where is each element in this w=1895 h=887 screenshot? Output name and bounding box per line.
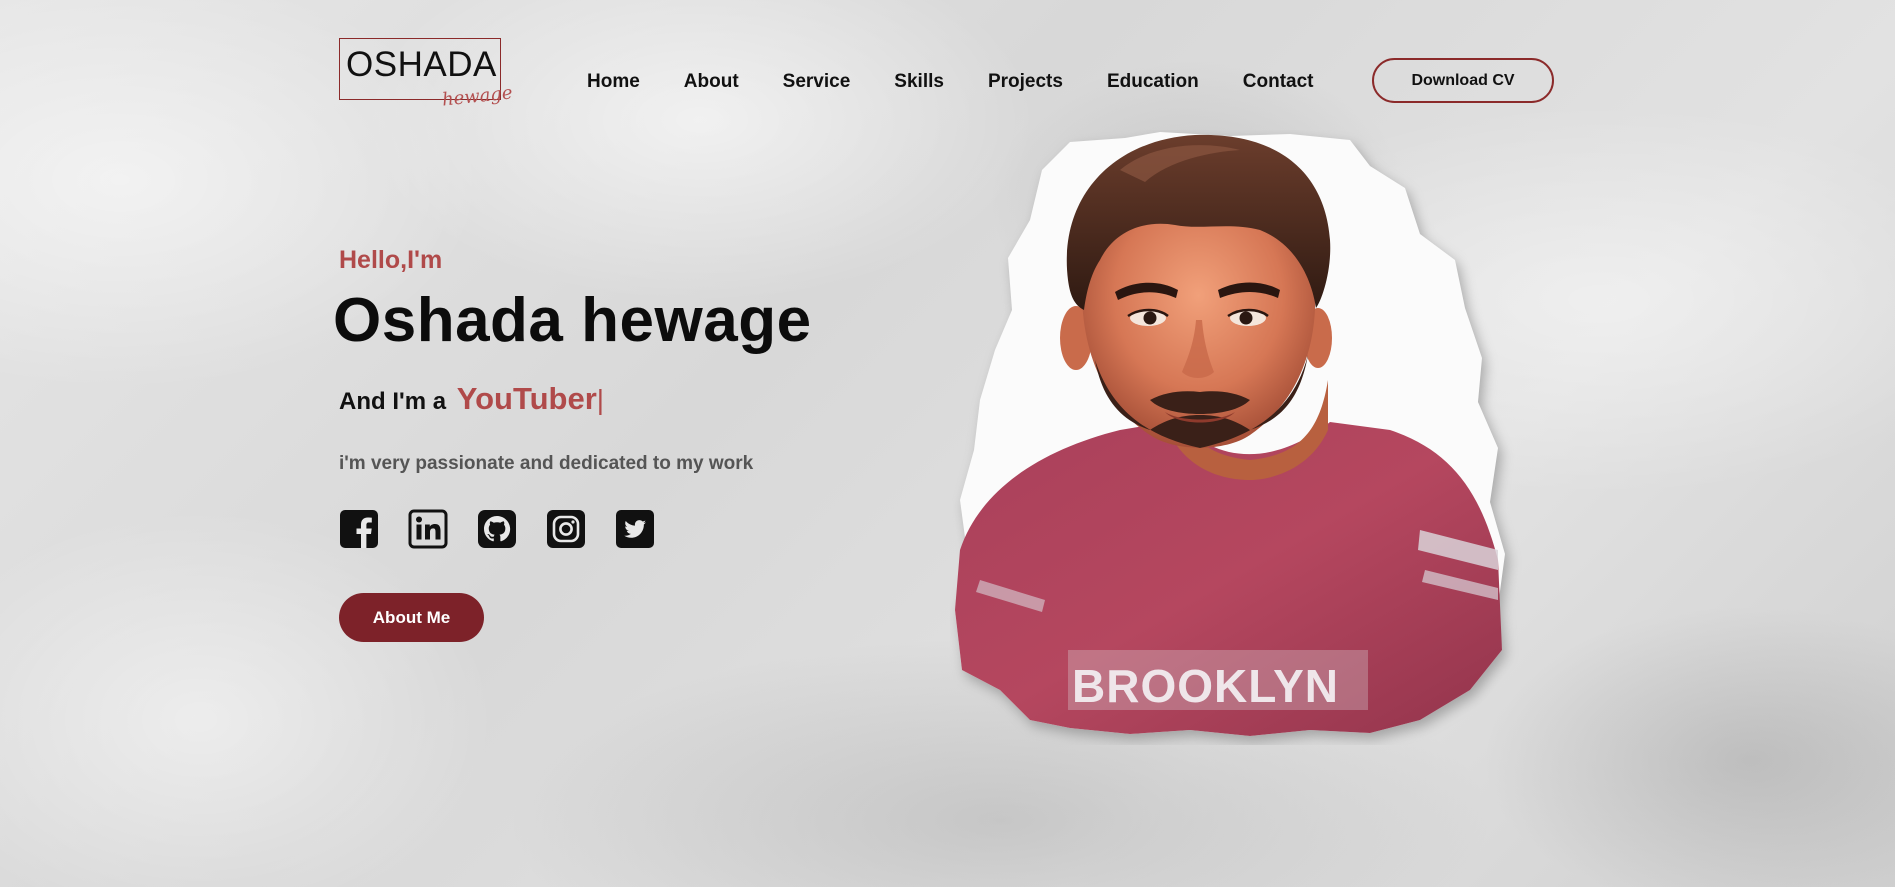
nav-item-about[interactable]: About [684,71,739,93]
download-cv-button[interactable]: Download CV [1372,58,1554,103]
role-prefix: And I'm a [339,388,447,415]
linkedin-icon[interactable] [408,509,448,549]
about-me-button[interactable]: About Me [339,593,484,642]
hero-role-line: And I'm a YouTuber| [339,381,604,417]
typing-cursor: | [596,384,605,415]
site-logo[interactable]: OSHADA hewage [339,38,513,128]
twitter-icon[interactable] [615,509,655,549]
nav-item-skills[interactable]: Skills [894,71,944,93]
nav-item-contact[interactable]: Contact [1243,71,1314,93]
hero-greeting: Hello,I'm [339,246,443,274]
hero-name: Oshada hewage [333,286,812,355]
github-icon[interactable] [477,509,517,549]
social-links [339,509,655,549]
facebook-icon[interactable] [339,509,379,549]
nav-item-home[interactable]: Home [587,71,640,93]
nav-item-education[interactable]: Education [1107,71,1199,93]
profile-portrait: BROOKLYN [950,130,1550,745]
role-word: YouTuber [456,381,597,416]
hero-tagline: i'm very passionate and dedicated to my … [339,453,754,474]
nav-item-projects[interactable]: Projects [988,71,1063,93]
logo-text: OSHADA [346,45,497,84]
instagram-icon[interactable] [546,509,586,549]
main-nav: Home About Service Skills Projects Educa… [587,71,1358,93]
shirt-print-text: BROOKLYN [1072,660,1339,712]
nav-item-service[interactable]: Service [783,71,851,93]
